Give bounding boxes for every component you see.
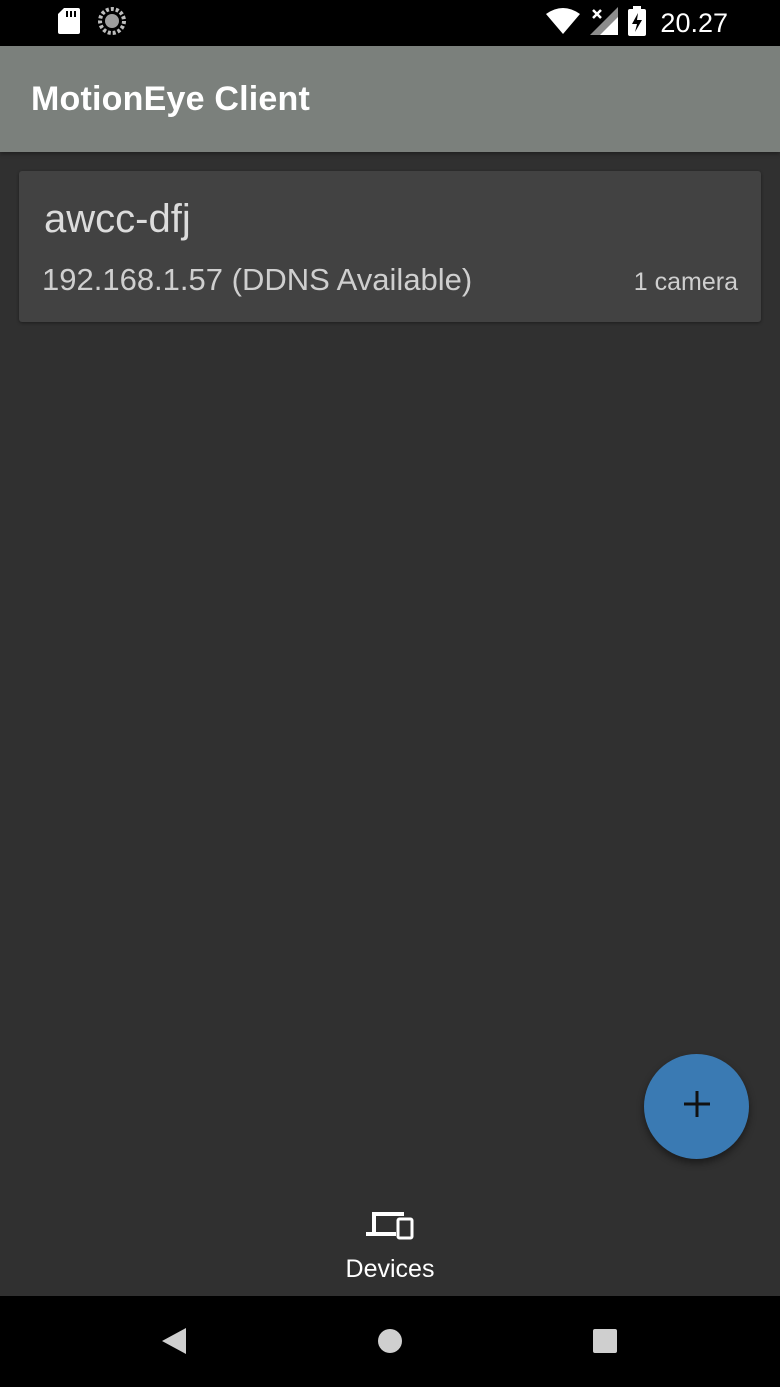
device-card[interactable]: awcc-dfj 192.168.1.57 (DDNS Available) 1… <box>19 171 761 322</box>
home-icon[interactable] <box>377 1328 403 1359</box>
device-camera-count: 1 camera <box>633 268 738 296</box>
bottom-nav: Devices <box>0 1190 780 1296</box>
device-address: 192.168.1.57 (DDNS Available) <box>42 262 473 297</box>
sync-icon <box>98 6 126 40</box>
system-nav <box>0 1296 780 1387</box>
recents-icon[interactable] <box>593 1329 617 1358</box>
status-time: 20.27 <box>660 7 728 38</box>
back-icon[interactable] <box>162 1328 186 1359</box>
devices-icon <box>366 1208 414 1247</box>
status-bar: 20.27 <box>0 0 780 46</box>
signal-icon <box>590 6 619 40</box>
status-left <box>58 6 144 40</box>
plus-icon <box>682 1089 712 1124</box>
app-title: MotionEye Client <box>31 79 310 118</box>
nav-label-devices: Devices <box>345 1255 435 1283</box>
wifi-icon <box>546 7 581 39</box>
status-right: 20.27 <box>536 5 728 41</box>
sd-card-icon <box>58 7 80 39</box>
app-bar: MotionEye Client <box>0 46 780 152</box>
nav-item-devices[interactable]: Devices <box>310 1190 470 1296</box>
device-name: awcc-dfj <box>44 197 191 241</box>
add-device-button[interactable] <box>644 1054 749 1159</box>
battery-charging-icon <box>628 5 647 41</box>
